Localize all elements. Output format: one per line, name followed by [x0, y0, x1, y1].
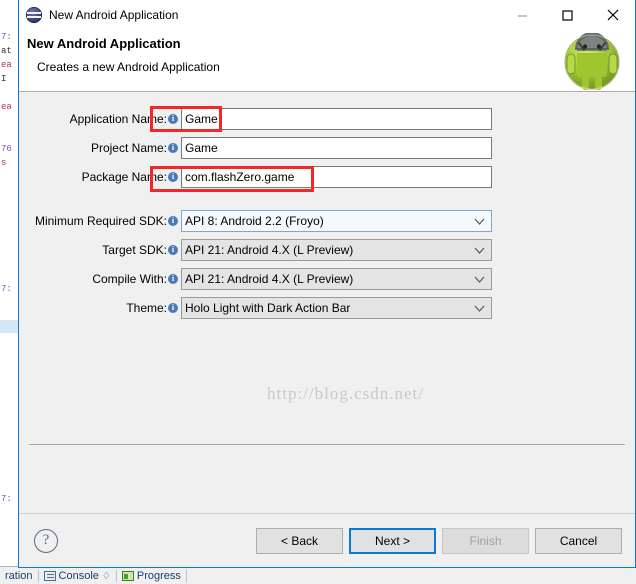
label-minimum-required-sdk: Minimum Required SDK:	[34, 214, 167, 228]
window-controls	[500, 0, 635, 30]
close-icon[interactable]	[590, 0, 635, 30]
info-icon[interactable]	[168, 142, 178, 153]
view-tab-configuration[interactable]: ration	[0, 570, 38, 582]
view-tab-label: Progress	[136, 570, 181, 582]
wizard-button-group: < Back Next > Finish Cancel	[256, 527, 622, 554]
label-package-name: Package Name:	[81, 170, 167, 184]
chevron-down-icon	[474, 298, 485, 318]
label-compile-with: Compile With:	[92, 272, 167, 286]
target-sdk-select[interactable]: API 21: Android 4.X (L Preview)	[181, 239, 492, 261]
label-application-name: Application Name:	[69, 112, 167, 126]
dialog-footer: ? < Back Next > Finish Cancel	[19, 513, 635, 567]
info-icon[interactable]	[168, 302, 178, 313]
tab-separator	[185, 570, 187, 582]
next-button[interactable]: Next >	[349, 527, 436, 554]
minimize-icon[interactable]	[500, 0, 545, 30]
chevron-down-icon	[474, 269, 485, 289]
theme-select[interactable]: Holo Light with Dark Action Bar	[181, 297, 492, 319]
info-icon[interactable]	[168, 244, 178, 255]
eclipse-icon	[26, 7, 42, 23]
finish-button: Finish	[442, 527, 529, 554]
form-row-compile-with: Compile With: API 21: Android 4.X (L Pre…	[19, 268, 635, 290]
maximize-icon[interactable]	[545, 0, 590, 30]
dialog-header: New Android Application Creates a new An…	[19, 30, 635, 92]
form-row-theme: Theme: Holo Light with Dark Action Bar	[19, 297, 635, 319]
view-tab-label: ration	[5, 570, 33, 582]
chevron-down-icon	[474, 211, 485, 231]
new-android-application-dialog: New Android Application New Android Appl…	[18, 0, 636, 568]
ide-view-tabbar: ration Console ♢ Progress	[0, 566, 636, 584]
form-row-target-sdk: Target SDK: API 21: Android 4.X (L Previ…	[19, 239, 635, 261]
cancel-button[interactable]: Cancel	[535, 527, 622, 554]
info-icon[interactable]	[168, 113, 178, 124]
application-name-input[interactable]	[181, 108, 492, 130]
page-subtitle: Creates a new Android Application	[37, 60, 220, 74]
dialog-body: Application Name: Project Name: Package …	[19, 92, 635, 513]
progress-icon	[121, 571, 134, 581]
help-icon[interactable]: ?	[34, 528, 58, 553]
select-value: API 21: Android 4.X (L Preview)	[185, 243, 354, 257]
window-title: New Android Application	[49, 8, 179, 22]
project-name-input[interactable]	[181, 137, 492, 159]
form-row-minimum-required-sdk: Minimum Required SDK: API 8: Android 2.2…	[19, 210, 635, 232]
section-divider	[29, 444, 625, 445]
info-icon[interactable]	[168, 215, 178, 226]
package-name-input[interactable]	[181, 166, 492, 188]
select-value: API 21: Android 4.X (L Preview)	[185, 272, 354, 286]
back-button[interactable]: < Back	[256, 527, 343, 554]
label-theme: Theme:	[126, 301, 167, 315]
editor-selection-highlight	[0, 320, 20, 333]
compile-with-select[interactable]: API 21: Android 4.X (L Preview)	[181, 268, 492, 290]
dialog-titlebar[interactable]: New Android Application	[19, 0, 635, 30]
view-tab-console[interactable]: Console ♢	[39, 570, 116, 582]
select-value: Holo Light with Dark Action Bar	[185, 301, 351, 315]
close-icon[interactable]: ♢	[102, 571, 111, 582]
select-value: API 8: Android 2.2 (Froyo)	[185, 214, 324, 228]
form-row-project-name: Project Name:	[19, 137, 635, 159]
watermark: http://blog.csdn.net/	[267, 384, 424, 403]
view-tab-label: Console	[58, 570, 99, 582]
view-tab-progress[interactable]: Progress	[117, 570, 186, 582]
label-project-name: Project Name:	[90, 141, 167, 155]
info-icon[interactable]	[168, 171, 178, 182]
chevron-down-icon	[474, 240, 485, 260]
form-row-application-name: Application Name:	[19, 108, 635, 130]
label-target-sdk: Target SDK:	[102, 243, 167, 257]
android-robot-icon	[564, 33, 620, 90]
form-row-package-name: Package Name:	[19, 166, 635, 188]
console-icon	[43, 571, 56, 581]
page-title: New Android Application	[27, 36, 181, 51]
info-icon[interactable]	[168, 273, 178, 284]
minimum-required-sdk-select[interactable]: API 8: Android 2.2 (Froyo)	[181, 210, 492, 232]
